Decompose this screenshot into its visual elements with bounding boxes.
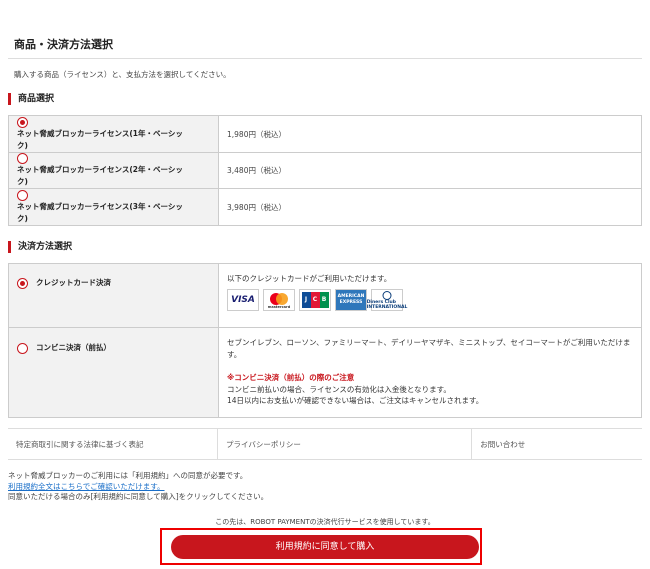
payment-table: クレジットカード決済 以下のクレジットカードがご利用いただけます。 VISA m… <box>8 263 642 418</box>
credit-detail: 以下のクレジットカードがご利用いただけます。 VISA mastercard J… <box>218 263 642 328</box>
radio-button-selected[interactable] <box>17 116 28 128</box>
product-option-3[interactable]: ネット脅威ブロッカーライセンス(3年・ベーシック) <box>8 188 219 226</box>
jcb-logo-icon: JCB <box>299 289 331 311</box>
product-row[interactable]: ネット脅威ブロッカーライセンス(1年・ベーシック) 1,980円（税込） <box>8 115 642 153</box>
radio-button[interactable] <box>17 153 28 164</box>
diners-text: Diners Club INTERNATIONAL <box>366 299 408 310</box>
payment-row-credit[interactable]: クレジットカード決済 以下のクレジットカードがご利用いただけます。 VISA m… <box>8 263 642 328</box>
product-name: ネット脅威ブロッカーライセンス(2年・ベーシック) <box>17 165 183 186</box>
product-section-title: 商品選択 <box>8 93 54 105</box>
product-table: ネット脅威ブロッカーライセンス(1年・ベーシック) 1,980円（税込） ネット… <box>8 115 642 226</box>
product-price: 3,480円（税込） <box>218 152 642 189</box>
agree-and-purchase-button[interactable]: 利用規約に同意して購入 <box>171 535 479 559</box>
konbini-description: セブンイレブン、ローソン、ファミリーマート、デイリーヤマザキ、ミニストップ、セイ… <box>227 338 631 359</box>
link-tokushoho[interactable]: 特定商取引に関する法律に基づく表記 <box>8 428 218 460</box>
payment-option-credit[interactable]: クレジットカード決済 <box>8 263 219 328</box>
payment-label: コンビニ決済（前払） <box>36 343 111 352</box>
konbini-detail: セブンイレブン、ローソン、ファミリーマート、デイリーヤマザキ、ミニストップ、セイ… <box>218 327 642 418</box>
amex-logo-icon: AMERICAN EXPRESS <box>335 289 367 311</box>
visa-logo-icon: VISA <box>227 289 259 311</box>
intro-text: 購入する商品（ライセンス）と、支払方法を選択してください。 <box>14 70 231 79</box>
product-option-1[interactable]: ネット脅威ブロッカーライセンス(1年・ベーシック) <box>8 115 219 153</box>
link-contact[interactable]: お問い合わせ <box>471 428 642 460</box>
product-price: 1,980円（税込） <box>218 115 642 153</box>
product-row[interactable]: ネット脅威ブロッカーライセンス(3年・ベーシック) 3,980円（税込） <box>8 188 642 226</box>
konbini-note-line: 14日以内にお支払いが確認できない場合は、ご注文はキャンセルされます。 <box>227 396 484 405</box>
terms-instruction: 同意いただける場合のみ[利用規約に同意して購入]をクリックしてください。 <box>8 492 269 501</box>
product-price: 3,980円（税込） <box>218 188 642 226</box>
terms-text: ネット脅威ブロッカーのご利用には「利用規約」への同意が必要です。 <box>8 471 248 480</box>
payment-option-konbini[interactable]: コンビニ決済（前払） <box>8 327 219 418</box>
payment-section-title: 決済方法選択 <box>8 241 72 253</box>
product-name: ネット脅威ブロッカーライセンス(3年・ベーシック) <box>17 201 183 223</box>
credit-description: 以下のクレジットカードがご利用いただけます。 <box>227 274 392 283</box>
link-privacy-policy[interactable]: プライバシーポリシー <box>217 428 473 460</box>
page-title: 商品・決済方法選択 <box>14 38 113 51</box>
payment-service-note: この先は、ROBOT PAYMENTの決済代行サービスを使用しています。 <box>215 518 435 526</box>
mastercard-logo-icon: mastercard <box>263 289 295 311</box>
product-option-2[interactable]: ネット脅威ブロッカーライセンス(2年・ベーシック) <box>8 152 219 189</box>
konbini-note-line: コンビニ前払いの場合、ライセンスの有効化は入金後となります。 <box>227 384 451 394</box>
footer-links: 特定商取引に関する法律に基づく表記 プライバシーポリシー お問い合わせ <box>8 428 642 460</box>
title-divider <box>8 58 642 59</box>
payment-label: クレジットカード決済 <box>36 278 111 287</box>
payment-row-konbini[interactable]: コンビニ決済（前払） セブンイレブン、ローソン、ファミリーマート、デイリーヤマザ… <box>8 327 642 418</box>
diners-club-logo-icon: Diners Club INTERNATIONAL <box>367 289 407 311</box>
radio-button[interactable] <box>17 189 28 201</box>
radio-button[interactable] <box>17 342 28 354</box>
radio-button-selected[interactable] <box>17 277 28 289</box>
terms-block: ネット脅威ブロッカーのご利用には「利用規約」への同意が必要です。 利用規約全文は… <box>8 471 268 503</box>
product-name: ネット脅威ブロッカーライセンス(1年・ベーシック) <box>17 128 183 150</box>
card-logos: VISA mastercard JCB AMERICAN EXPRESS Din… <box>227 289 633 311</box>
konbini-note-title: ※コンビニ決済（前払）の際のご注意 <box>227 373 355 382</box>
terms-link[interactable]: 利用規約全文はこちらでご確認いただけます。 <box>8 482 165 491</box>
mastercard-text: mastercard <box>268 305 291 309</box>
product-row[interactable]: ネット脅威ブロッカーライセンス(2年・ベーシック) 3,480円（税込） <box>8 152 642 189</box>
